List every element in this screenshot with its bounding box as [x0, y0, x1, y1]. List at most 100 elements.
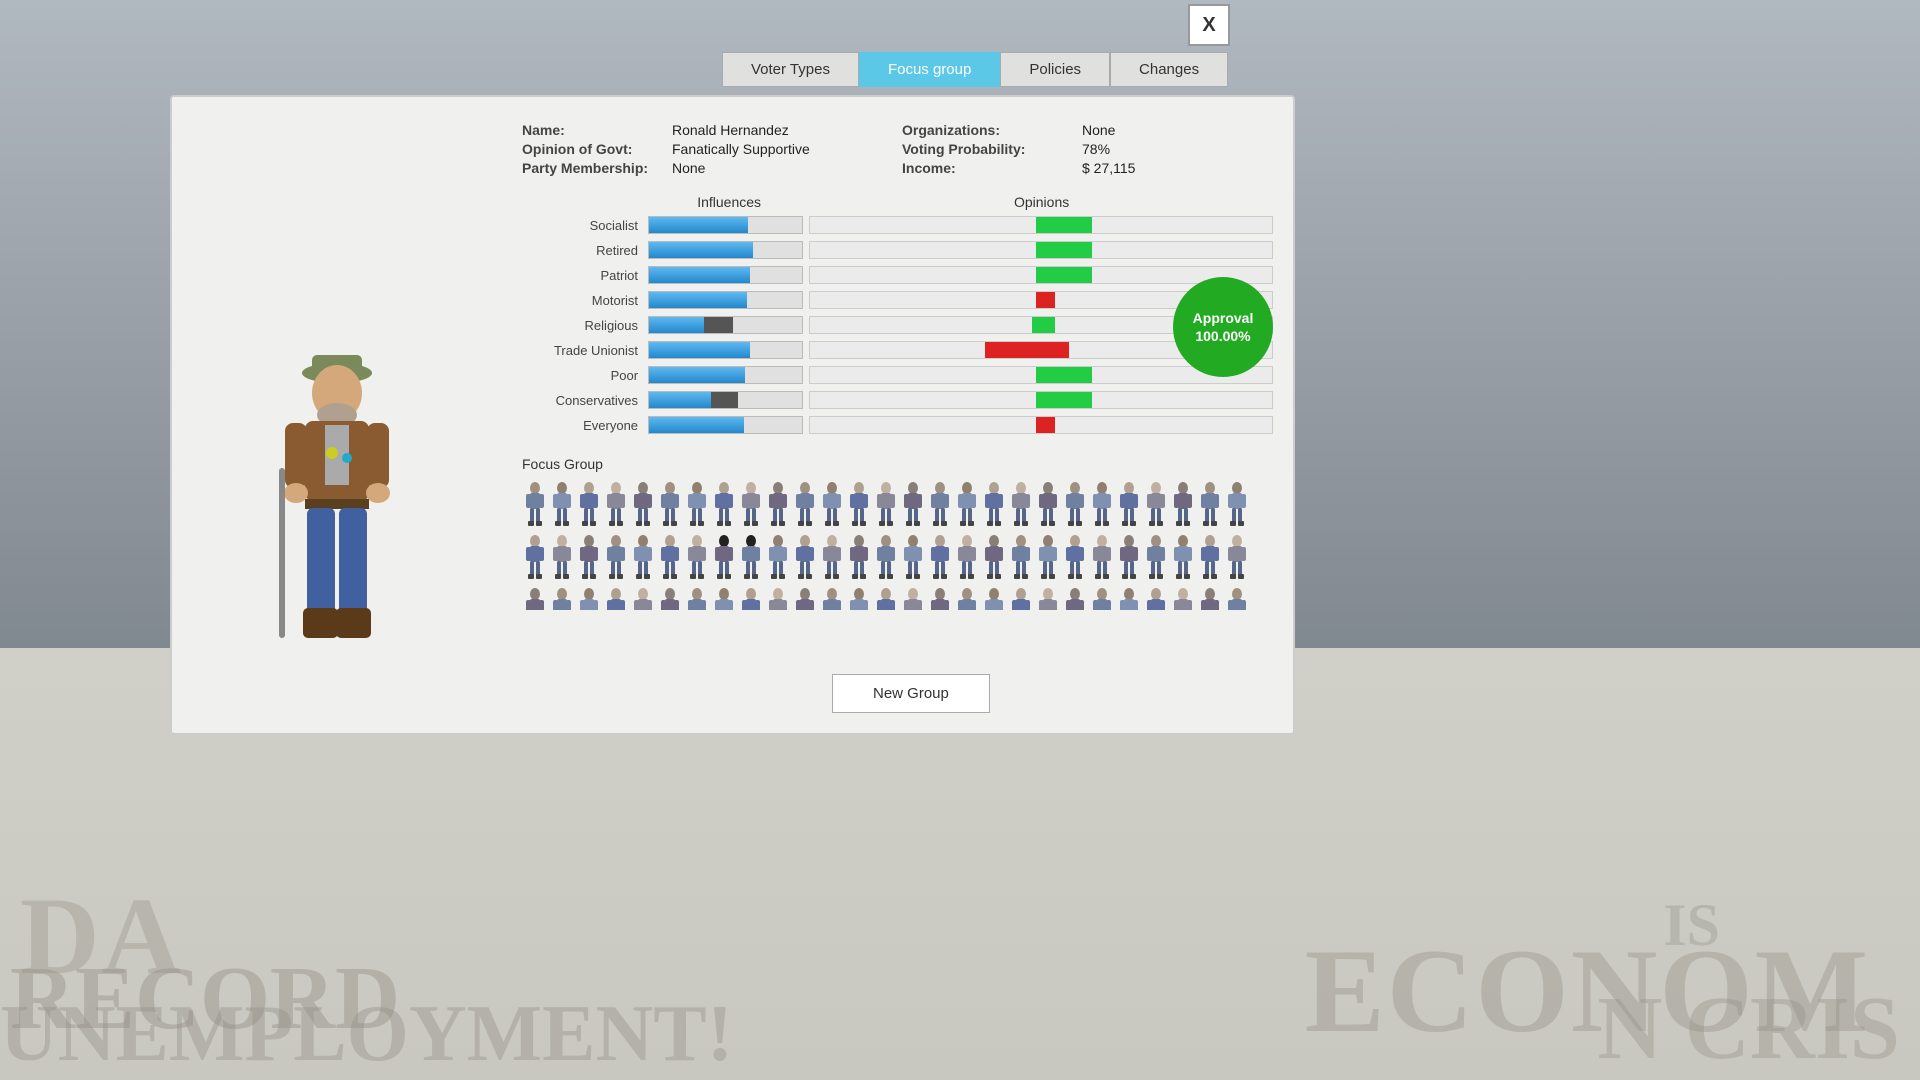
bar-row-conservatives: Conservatives — [522, 389, 1273, 411]
influence-bar-2 — [648, 266, 803, 284]
figure-icon — [657, 586, 683, 610]
figure-icon — [1224, 533, 1250, 585]
figure-icon — [846, 586, 872, 610]
bar-rows: Socialist Retired Patriot Motorist Religious… — [522, 214, 1273, 436]
figure-icon — [684, 533, 710, 585]
focus-group-section: Focus Group — [522, 456, 1273, 610]
figure-icon — [954, 480, 980, 532]
tab-bar: Voter Types Focus group Policies Changes… — [722, 52, 1228, 87]
figure-icon — [1008, 586, 1034, 610]
figure-icon — [1170, 533, 1196, 585]
voting-value: 78% — [1082, 141, 1222, 157]
new-group-button[interactable]: New Group — [832, 674, 990, 713]
figure-icon — [738, 586, 764, 610]
approval-value: 100.00% — [1195, 327, 1250, 345]
party-label: Party Membership: — [522, 160, 672, 176]
bars-header: Influences Opinions — [652, 194, 1273, 210]
name-value: Ronald Hernandez — [672, 122, 902, 138]
opinion-value: Fanatically Supportive — [672, 141, 902, 157]
opinion-track-0 — [809, 216, 1273, 234]
voting-label: Voting Probability: — [902, 141, 1082, 157]
figure-icon — [819, 586, 845, 610]
figure-icon — [1170, 586, 1196, 610]
bar-row-everyone: Everyone — [522, 414, 1273, 436]
figure-icon — [1062, 533, 1088, 585]
bars-section: Influences Opinions Socialist Retired Patr… — [522, 194, 1273, 436]
figure-icon — [711, 586, 737, 610]
figure-icon — [522, 533, 548, 585]
figure-icon — [1089, 586, 1115, 610]
figure-icon — [1197, 586, 1223, 610]
figure-icon — [1116, 480, 1142, 532]
focus-group-label: Focus Group — [522, 456, 1273, 472]
figure-icon — [927, 533, 953, 585]
figure-icon — [549, 533, 575, 585]
figure-icon — [927, 586, 953, 610]
figure-icon — [954, 586, 980, 610]
bar-label-3: Motorist — [522, 293, 648, 308]
bar-label-1: Retired — [522, 243, 648, 258]
bar-label-0: Socialist — [522, 218, 648, 233]
bar-row-religious: Religious — [522, 314, 1273, 336]
figure-icon — [981, 480, 1007, 532]
figure-icon — [765, 480, 791, 532]
figure-icon — [900, 586, 926, 610]
approval-badge: Approval 100.00% — [1173, 277, 1273, 377]
figures-container — [522, 480, 1273, 610]
bar-row-patriot: Patriot — [522, 264, 1273, 286]
opinion-track-7 — [809, 391, 1273, 409]
figure-icon — [792, 480, 818, 532]
bar-label-6: Poor — [522, 368, 648, 383]
figure-icon — [657, 533, 683, 585]
figure-icon — [765, 533, 791, 585]
opinion-label: Opinion of Govt: — [522, 141, 672, 157]
figure-icon — [1143, 586, 1169, 610]
figure-icon — [630, 586, 656, 610]
main-dialog: Voter Types Focus group Policies Changes… — [170, 95, 1295, 735]
tab-policies[interactable]: Policies — [1000, 52, 1110, 87]
figure-icon — [1035, 480, 1061, 532]
income-value: $ 27,115 — [1082, 160, 1222, 176]
figure-icon — [1224, 480, 1250, 532]
close-button[interactable]: X — [1188, 4, 1230, 46]
character-info: Name: Ronald Hernandez Organizations: No… — [522, 122, 1273, 176]
figure-icon — [900, 480, 926, 532]
figure-icon — [900, 533, 926, 585]
bar-label-4: Religious — [522, 318, 648, 333]
figure-icon — [792, 533, 818, 585]
influence-bar-1 — [648, 241, 803, 259]
influence-bar-4 — [648, 316, 803, 334]
figure-icon — [1008, 533, 1034, 585]
opinion-track-8 — [809, 416, 1273, 434]
figure-icon — [1035, 533, 1061, 585]
influence-bar-3 — [648, 291, 803, 309]
influence-bar-6 — [648, 366, 803, 384]
figure-icon — [846, 480, 872, 532]
tab-changes[interactable]: Changes — [1110, 52, 1228, 87]
figure-icon — [873, 480, 899, 532]
figure-icon — [1143, 533, 1169, 585]
figure-icon — [1116, 586, 1142, 610]
tab-focus-group[interactable]: Focus group — [859, 52, 1000, 87]
figure-icon — [1197, 480, 1223, 532]
opinions-header: Opinions — [810, 194, 1273, 210]
character-portrait — [257, 313, 417, 713]
bar-label-8: Everyone — [522, 418, 648, 433]
figure-icon — [981, 533, 1007, 585]
bar-row-retired: Retired — [522, 239, 1273, 261]
figure-icon — [603, 533, 629, 585]
organizations-label: Organizations: — [902, 122, 1082, 138]
organizations-value: None — [1082, 122, 1222, 138]
figure-icon — [1035, 586, 1061, 610]
influence-bar-7 — [648, 391, 803, 409]
tab-voter-types[interactable]: Voter Types — [722, 52, 859, 87]
figure-icon — [711, 533, 737, 585]
bar-label-7: Conservatives — [522, 393, 648, 408]
figure-icon — [927, 480, 953, 532]
bar-row-motorist: Motorist — [522, 289, 1273, 311]
figure-icon — [630, 533, 656, 585]
figure-icon — [549, 586, 575, 610]
portrait-area — [172, 97, 502, 733]
figure-icon — [1089, 480, 1115, 532]
figure-icon — [819, 533, 845, 585]
